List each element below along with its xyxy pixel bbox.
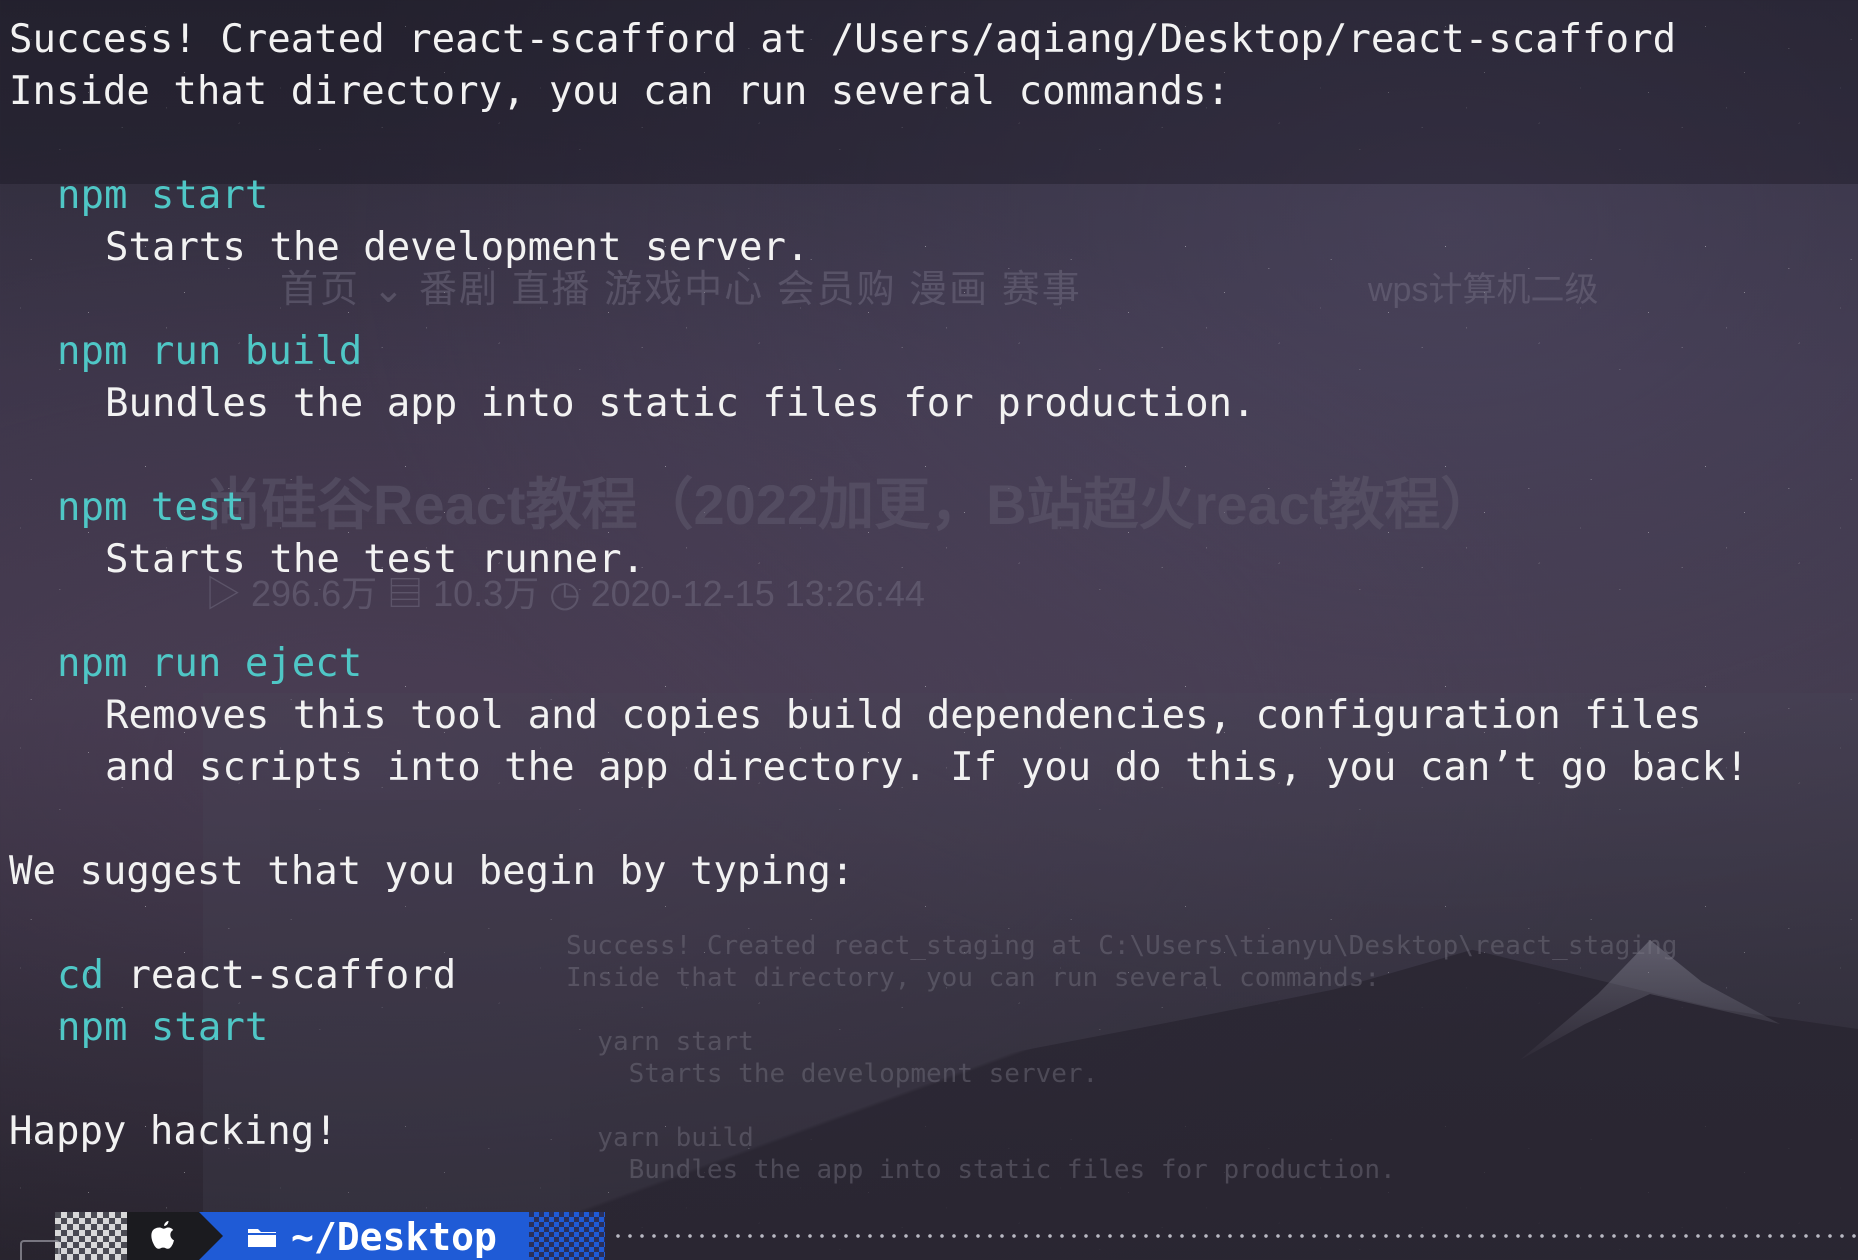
command-keyword: cd (57, 953, 104, 998)
command-text: npm run build (57, 329, 363, 374)
command-line: npm run build (9, 326, 1749, 378)
prompt-fill-dots (612, 1234, 1858, 1238)
window-corner (20, 1240, 60, 1260)
output-line: Happy hacking! (9, 1109, 338, 1154)
command-line: npm run eject (9, 638, 1749, 690)
terminal-output[interactable]: Success! Created react-scafford at /User… (9, 14, 1749, 1158)
command-text: npm start (57, 173, 269, 218)
command-text: npm run eject (57, 641, 363, 686)
output-line: Success! Created react-scafford at /User… (9, 17, 1677, 62)
command-description: Starts the development server. (105, 225, 810, 270)
command-line: cd react-scafford (9, 950, 1749, 1002)
folder-icon (247, 1226, 277, 1248)
prompt-directory-segment: ~/Desktop (199, 1212, 529, 1260)
shell-prompt[interactable]: ~/Desktop (0, 1212, 1858, 1260)
prompt-directory: ~/Desktop (291, 1215, 497, 1259)
command-line: npm test (9, 482, 1749, 534)
command-description: Bundles the app into static files for pr… (105, 381, 1256, 426)
command-argument: react-scafford (103, 953, 457, 998)
prompt-segment-tail (529, 1212, 605, 1260)
output-line: Inside that directory, you can run sever… (9, 69, 1230, 114)
command-line: npm start (9, 1002, 1749, 1054)
command-description: Starts the test runner. (105, 537, 646, 582)
apple-icon (127, 1212, 199, 1260)
command-text: npm start (57, 1005, 269, 1050)
command-description: Removes this tool and copies build depen… (105, 693, 1702, 738)
command-description: and scripts into the app directory. If y… (105, 745, 1749, 790)
prompt-separator-arrow (199, 1212, 223, 1260)
command-text: npm test (57, 485, 245, 530)
prompt-segment-pattern (55, 1212, 127, 1260)
output-line: We suggest that you begin by typing: (9, 849, 855, 894)
command-line: npm start (9, 170, 1749, 222)
